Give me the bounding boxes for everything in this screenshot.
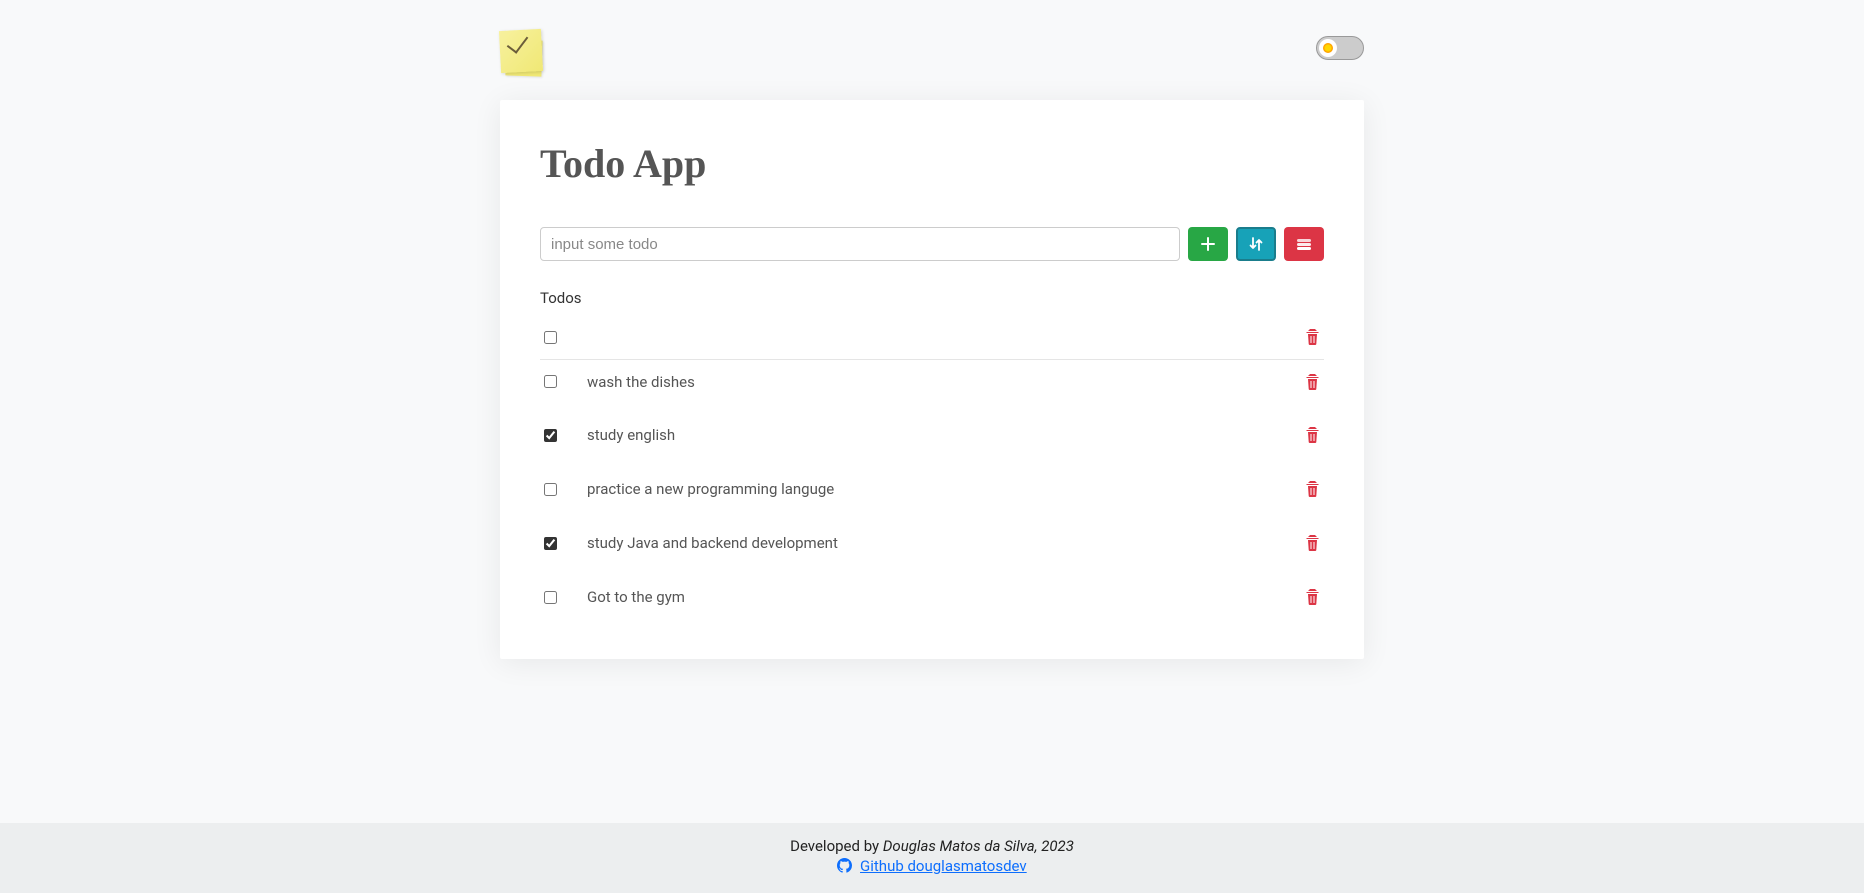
todo-text: study english <box>587 426 1305 444</box>
todos-section-label: Todos <box>540 289 1324 307</box>
todo-text: practice a new programming languge <box>587 480 1305 498</box>
clear-stack-icon <box>1296 237 1312 251</box>
trash-icon <box>1305 329 1320 345</box>
sort-icon <box>1248 236 1264 252</box>
todo-text: wash the dishes <box>587 373 1305 391</box>
delete-button[interactable] <box>1305 427 1320 443</box>
todo-item: study Java and backend development <box>540 521 1324 565</box>
github-icon <box>837 858 852 873</box>
todo-item: wash the dishes <box>540 359 1324 403</box>
todo-item: Got to the gym <box>540 575 1324 619</box>
trash-icon <box>1305 374 1320 390</box>
page-title: Todo App <box>540 140 1324 187</box>
todo-checkbox[interactable] <box>544 591 557 604</box>
todo-checkbox[interactable] <box>544 429 557 442</box>
app-logo <box>500 30 542 72</box>
delete-button[interactable] <box>1305 481 1320 497</box>
theme-toggle[interactable] <box>1316 36 1364 60</box>
developed-by-label: Developed by <box>790 837 883 855</box>
todos-list: wash the dishes study english practice a n… <box>540 315 1324 619</box>
toggle-knob <box>1319 39 1337 57</box>
clear-all-button[interactable] <box>1284 227 1324 261</box>
footer: Developed by Douglas Matos da Silva, 202… <box>0 823 1864 893</box>
todo-text: study Java and backend development <box>587 534 1305 552</box>
todo-text: Got to the gym <box>587 588 1305 606</box>
sun-icon <box>1323 43 1333 53</box>
github-link[interactable]: Github douglasmatosdev <box>860 857 1027 875</box>
todo-checkbox[interactable] <box>544 537 557 550</box>
delete-button[interactable] <box>1305 589 1320 605</box>
delete-button[interactable] <box>1305 374 1320 390</box>
author-name: Douglas Matos da Silva, 2023 <box>883 837 1074 855</box>
trash-icon <box>1305 535 1320 551</box>
todo-input[interactable] <box>540 227 1180 261</box>
main-card: Todo App Todos wash the dishes study engl… <box>500 100 1364 659</box>
delete-button[interactable] <box>1305 329 1320 345</box>
todo-checkbox[interactable] <box>544 483 557 496</box>
sticky-note-check-icon <box>499 29 543 73</box>
todo-item: practice a new programming languge <box>540 467 1324 511</box>
add-button[interactable] <box>1188 227 1228 261</box>
todo-item: study english <box>540 413 1324 457</box>
todo-checkbox[interactable] <box>544 375 557 388</box>
trash-icon <box>1305 589 1320 605</box>
todo-checkbox[interactable] <box>544 331 557 344</box>
sort-button[interactable] <box>1236 227 1276 261</box>
plus-icon <box>1201 237 1215 251</box>
delete-button[interactable] <box>1305 535 1320 551</box>
trash-icon <box>1305 427 1320 443</box>
todo-item <box>540 315 1324 359</box>
trash-icon <box>1305 481 1320 497</box>
